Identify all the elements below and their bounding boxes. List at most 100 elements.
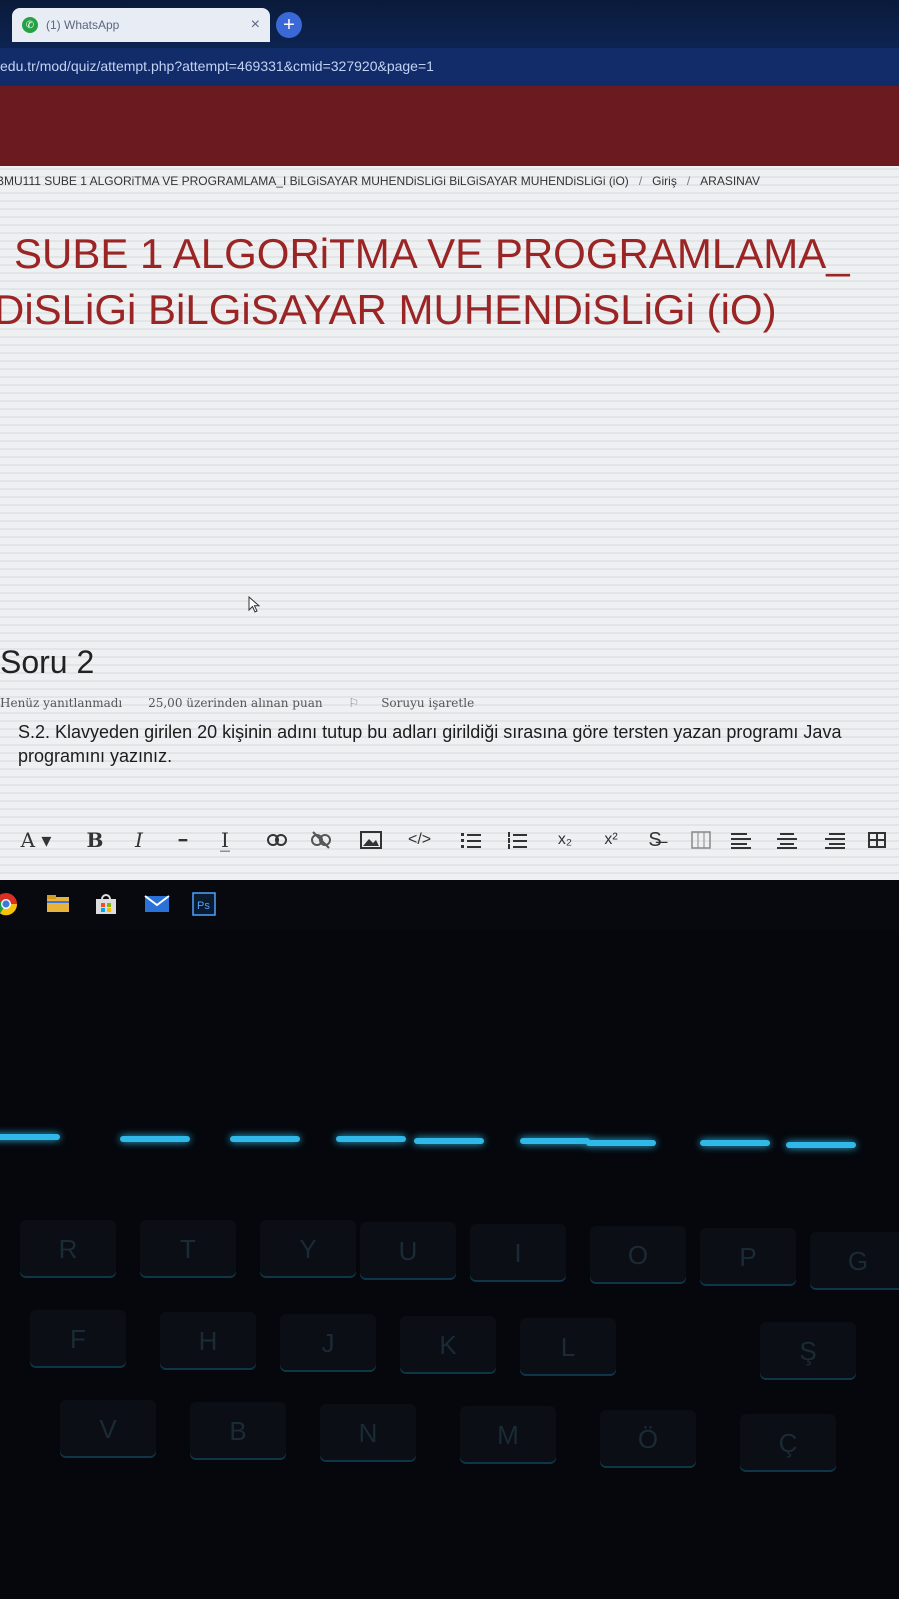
keyboard-key: P	[700, 1228, 796, 1286]
keyboard-key: Ş	[760, 1322, 856, 1380]
unlink-icon[interactable]	[310, 826, 332, 854]
mouse-cursor-icon	[248, 596, 261, 613]
question-points: 25,00 üzerinden alınan puan	[148, 696, 323, 710]
keyboard-key: I	[470, 1224, 566, 1282]
keyboard-key: K	[400, 1316, 496, 1374]
breadcrumb-giris[interactable]: Giriş	[652, 174, 677, 188]
key-label: U	[398, 1236, 418, 1266]
italic-button[interactable]: I	[128, 826, 150, 854]
keyboard-key: Ç	[740, 1414, 836, 1472]
key-backlight	[230, 1136, 300, 1142]
key-label: F	[70, 1324, 86, 1354]
flag-label: Soruyu işaretle	[381, 696, 475, 710]
horizontal-rule-button[interactable]: ━	[172, 826, 194, 854]
table-icon[interactable]	[690, 826, 712, 854]
photoshop-icon[interactable]: Ps	[192, 892, 216, 916]
keyboard-key: U	[360, 1222, 456, 1280]
key-label: K	[439, 1330, 457, 1360]
superscript-button[interactable]: x²	[600, 826, 622, 854]
question-text: S.2. Klavyeden girilen 20 kişinin adını …	[18, 722, 842, 766]
keyboard-key: N	[320, 1404, 416, 1462]
clear-formatting-button[interactable]: I̲	[214, 826, 236, 854]
code-button[interactable]: </>	[408, 826, 431, 854]
subscript-button[interactable]: x₂	[554, 826, 576, 854]
store-icon[interactable]	[94, 892, 118, 916]
key-label: B	[229, 1416, 247, 1446]
keyboard-key: M	[460, 1406, 556, 1464]
flag-icon: ⚐	[348, 696, 360, 710]
key-backlight	[520, 1138, 590, 1144]
site-header	[0, 86, 899, 166]
question-heading: Soru 2	[0, 644, 95, 680]
page-title-line1: SUBE 1 ALGORiTMA VE PROGRAMLAMA_	[14, 230, 850, 277]
font-menu-button[interactable]: A ▾	[14, 826, 58, 854]
ordered-list-icon[interactable]	[506, 826, 528, 854]
url-text[interactable]: edu.tr/mod/quiz/attempt.php?attempt=4693…	[0, 58, 434, 74]
keyboard-key: B	[190, 1402, 286, 1460]
keyboard-key: F	[30, 1310, 126, 1368]
tab-close-icon[interactable]: ×	[251, 16, 260, 34]
table-grid-icon[interactable]	[866, 826, 888, 854]
breadcrumb-arasinav[interactable]: ARASINAV	[700, 174, 760, 188]
flag-question-link[interactable]: ⚐ Soruyu işaretle	[348, 696, 496, 710]
question-info: Henüz yanıtlanmadı 25,00 üzerinden alına…	[0, 696, 518, 710]
keyboard-key: Y	[260, 1220, 356, 1278]
key-backlight	[700, 1140, 770, 1146]
page-title: SUBE 1 ALGORiTMA VE PROGRAMLAMA_ DiSLiGi…	[0, 226, 850, 338]
key-label: N	[358, 1418, 378, 1448]
align-center-icon[interactable]	[776, 826, 798, 854]
key-backlight	[586, 1140, 656, 1146]
keyboard-key: O	[590, 1226, 686, 1284]
breadcrumb: BMU111 SUBE 1 ALGORiTMA VE PROGRAMLAMA_I…	[0, 174, 760, 188]
breadcrumb-course[interactable]: BMU111 SUBE 1 ALGORiTMA VE PROGRAMLAMA_I…	[0, 174, 629, 188]
keyboard-key: J	[280, 1314, 376, 1372]
address-bar[interactable]: edu.tr/mod/quiz/attempt.php?attempt=4693…	[0, 48, 899, 86]
key-label: P	[739, 1242, 757, 1272]
chrome-icon[interactable]	[0, 892, 18, 916]
align-left-icon[interactable]	[730, 826, 752, 854]
bold-button[interactable]: B	[84, 826, 106, 854]
strikethrough-button[interactable]: S̶	[644, 826, 666, 854]
keyboard-key: T	[140, 1220, 236, 1278]
mail-icon[interactable]	[144, 892, 170, 916]
file-explorer-icon[interactable]	[46, 892, 70, 916]
breadcrumb-separator: /	[686, 174, 691, 188]
editor-toolbar: A ▾ B I ━ I̲ </> x₂ x² S̶	[14, 826, 899, 856]
new-tab-button[interactable]: +	[276, 12, 302, 38]
key-label: G	[847, 1246, 869, 1276]
key-backlight	[0, 1134, 60, 1140]
key-label: Ö	[637, 1424, 659, 1454]
unordered-list-icon[interactable]	[460, 826, 482, 854]
key-label: M	[497, 1420, 519, 1450]
link-icon[interactable]	[266, 826, 288, 854]
keyboard-key: L	[520, 1318, 616, 1376]
browser-tab-bar: ✆ (1) WhatsApp × +	[0, 0, 899, 48]
keyboard-key: G	[810, 1232, 899, 1290]
tab-title: (1) WhatsApp	[46, 18, 120, 32]
key-label: R	[58, 1234, 78, 1264]
key-label: V	[99, 1414, 117, 1444]
key-label: O	[627, 1240, 649, 1270]
image-icon[interactable]	[360, 826, 382, 854]
whatsapp-icon: ✆	[22, 17, 38, 33]
keyboard-key: H	[160, 1312, 256, 1370]
key-label: J	[321, 1328, 335, 1358]
page-content: BMU111 SUBE 1 ALGORiTMA VE PROGRAMLAMA_I…	[0, 166, 899, 896]
keyboard-key: Ö	[600, 1410, 696, 1468]
key-label: Ş	[799, 1336, 817, 1366]
key-label: T	[180, 1234, 196, 1264]
windows-taskbar: Ps	[0, 880, 899, 930]
align-right-icon[interactable]	[824, 826, 846, 854]
key-label: I	[514, 1238, 522, 1268]
breadcrumb-separator: /	[638, 174, 643, 188]
keyboard-key: V	[60, 1400, 156, 1458]
key-label: Ç	[778, 1428, 798, 1458]
key-label: L	[560, 1332, 576, 1362]
page-title-line2: DiSLiGi BiLGiSAYAR MUHENDiSLiGi (iO)	[0, 286, 777, 333]
browser-tab-whatsapp[interactable]: ✆ (1) WhatsApp ×	[12, 8, 270, 42]
key-label: Y	[299, 1234, 317, 1264]
laptop-keyboard: R T Y U I O P G F H J K L Ş V B N M Ö Ç	[0, 1120, 899, 1599]
key-backlight	[786, 1142, 856, 1148]
keyboard-key: R	[20, 1220, 116, 1278]
key-backlight	[336, 1136, 406, 1142]
